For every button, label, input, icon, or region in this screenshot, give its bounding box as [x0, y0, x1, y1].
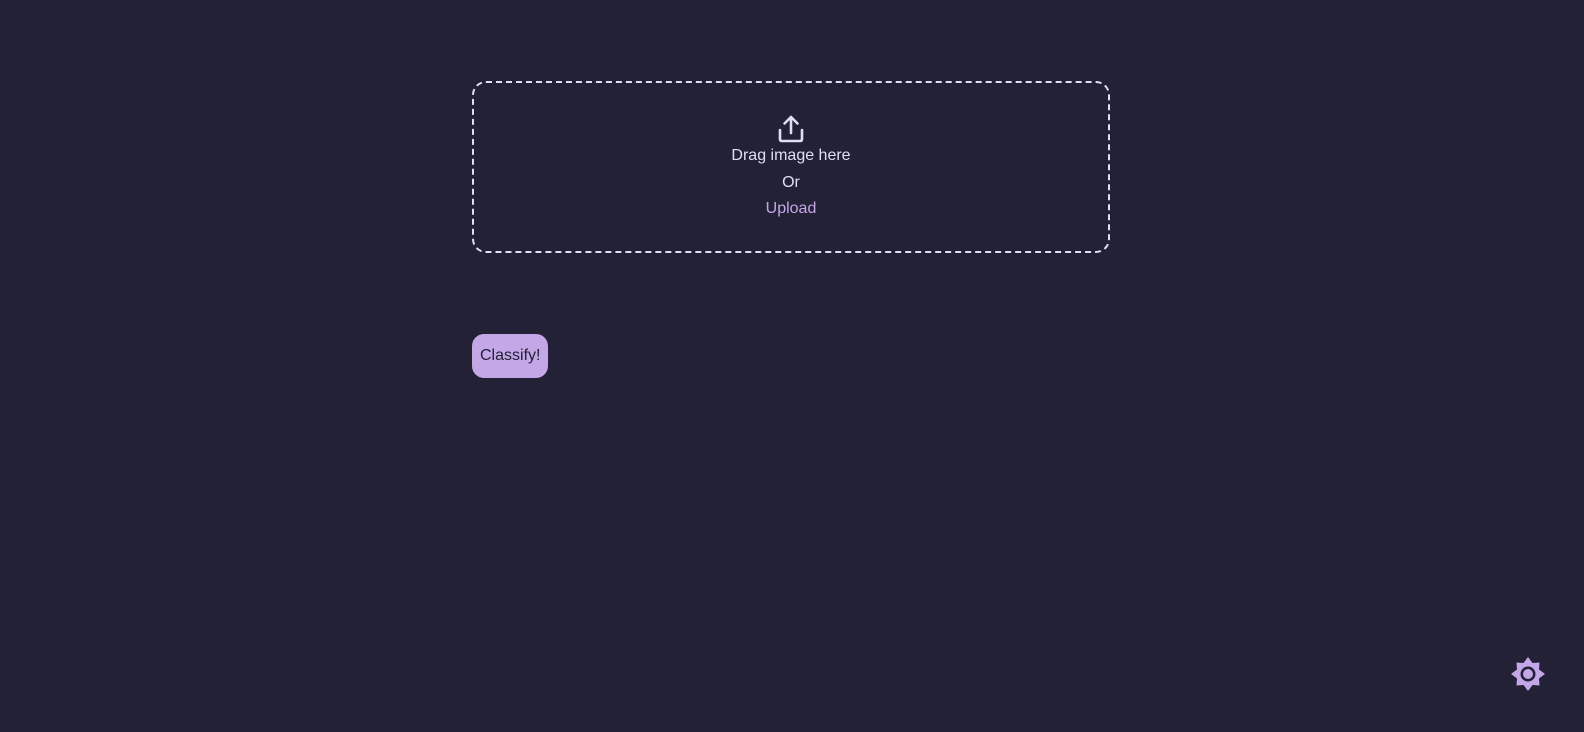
upload-icon	[778, 115, 804, 143]
upload-link[interactable]: Upload	[766, 199, 817, 219]
sun-gear-icon	[1511, 657, 1545, 691]
image-dropzone[interactable]: Drag image here Or Upload	[472, 81, 1110, 253]
theme-toggle-button[interactable]	[1510, 656, 1546, 692]
page: Drag image here Or Upload Classify!	[0, 0, 1584, 732]
classify-button[interactable]: Classify!	[472, 334, 549, 378]
or-separator: Or	[782, 174, 800, 191]
drag-instructions: Drag image here	[731, 147, 851, 164]
